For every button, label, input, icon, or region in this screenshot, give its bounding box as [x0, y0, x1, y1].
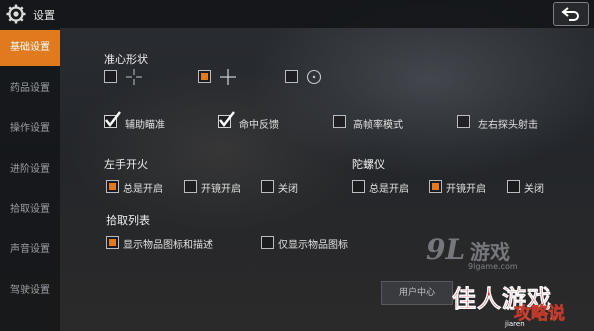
sidebar-item-controls[interactable]: 操作设置: [0, 111, 60, 147]
gear-icon: [6, 4, 26, 24]
brand-url: jiaren: [505, 320, 525, 328]
gyro-off-checkbox[interactable]: [507, 180, 520, 193]
watermark-url: 9lgame.com: [468, 262, 518, 271]
pickup-icon-only-checkbox[interactable]: [261, 236, 274, 249]
pickup-icon-desc-checkbox[interactable]: [106, 236, 119, 249]
checkmark-icon: [219, 111, 235, 127]
high-fps-checkbox[interactable]: [333, 115, 346, 128]
gyro-title: 陀螺仪: [352, 158, 385, 171]
crosshair-title: 准心形状: [104, 53, 148, 66]
back-button[interactable]: [553, 2, 589, 26]
aim-assist-label: 辅助瞄准: [125, 120, 165, 131]
left-fire-always-label: 总是开启: [123, 184, 163, 195]
watermark-logo: 9L: [426, 233, 466, 266]
sidebar: 基础设置 药品设置 操作设置 进阶设置 拾取设置 声音设置 驾驶设置: [0, 28, 60, 331]
left-fire-always-checkbox[interactable]: [106, 180, 119, 193]
sidebar-item-sound[interactable]: 声音设置: [0, 232, 60, 268]
sidebar-item-basic[interactable]: 基础设置: [0, 30, 60, 66]
user-center-button[interactable]: 用户中心: [381, 281, 453, 305]
aim-assist-checkbox[interactable]: [104, 111, 121, 128]
left-fire-scope-checkbox[interactable]: [184, 180, 197, 193]
checkmark-icon: [105, 111, 121, 127]
crosshair-option-1-checkbox[interactable]: [104, 70, 117, 83]
crosshair-option-2-checkbox[interactable]: [198, 70, 211, 83]
left-fire-off-label: 关闭: [278, 184, 298, 195]
crosshair-circle-icon: [306, 69, 322, 85]
gyro-off-label: 关闭: [524, 184, 544, 195]
hit-feedback-label: 命中反馈: [239, 120, 279, 131]
pickup-list-title: 拾取列表: [106, 214, 150, 227]
gyro-always-label: 总是开启: [369, 184, 409, 195]
hit-feedback-checkbox[interactable]: [218, 111, 235, 128]
left-fire-scope-label: 开镜开启: [201, 184, 241, 195]
crosshair-cross-icon: [220, 69, 236, 85]
pickup-icon-only-label: 仅显示物品图标: [278, 240, 348, 251]
gyro-always-checkbox[interactable]: [352, 180, 365, 193]
crosshair-thin-icon: [126, 69, 142, 85]
lean-fire-checkbox[interactable]: [457, 115, 470, 128]
top-bar: 设置: [0, 0, 594, 28]
pickup-icon-desc-label: 显示物品图标和描述: [123, 240, 213, 251]
left-fire-off-checkbox[interactable]: [261, 180, 274, 193]
back-icon: [561, 7, 579, 21]
gyro-scope-checkbox[interactable]: [429, 180, 442, 193]
crosshair-option-3-checkbox[interactable]: [285, 70, 298, 83]
watermark-text: 游戏: [470, 240, 510, 264]
gyro-scope-label: 开镜开启: [446, 184, 486, 195]
sidebar-item-pickup[interactable]: 拾取设置: [0, 192, 60, 228]
left-fire-title: 左手开火: [104, 158, 148, 171]
sidebar-item-medicine[interactable]: 药品设置: [0, 71, 60, 107]
high-fps-label: 高帧率模式: [353, 120, 403, 131]
sidebar-item-advanced[interactable]: 进阶设置: [0, 152, 60, 188]
lean-fire-label: 左右探头射击: [478, 120, 538, 131]
page-title: 设置: [33, 9, 55, 22]
sidebar-item-driving[interactable]: 驾驶设置: [0, 273, 60, 309]
